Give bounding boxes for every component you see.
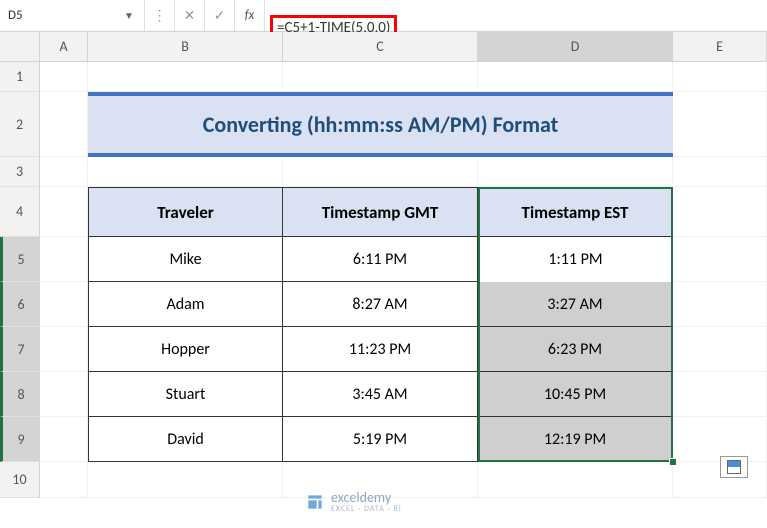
cell-est[interactable]: 3:27 AM (478, 282, 673, 327)
cell-gmt[interactable]: 11:23 PM (283, 327, 478, 372)
row-headers: 1 2 3 4 5 6 7 8 9 10 (0, 62, 40, 498)
watermark-logo-icon (305, 492, 325, 512)
name-box-value: D5 (8, 8, 124, 23)
header-est[interactable]: Timestamp EST (478, 187, 673, 237)
cells-area[interactable]: Converting (hh:mm:ss AM/PM) Format Trave… (40, 62, 767, 498)
row-header-2[interactable]: 2 (0, 92, 40, 157)
cell-traveler[interactable]: David (88, 417, 283, 462)
column-headers: A B C D E (0, 32, 767, 62)
cell-est[interactable] (478, 237, 673, 282)
column-header-b[interactable]: B (88, 32, 283, 61)
column-header-d[interactable]: D (478, 32, 673, 61)
name-box[interactable]: D5 ▼ (0, 0, 145, 31)
header-gmt[interactable]: Timestamp GMT (283, 187, 478, 237)
autofill-icon (727, 460, 741, 474)
row-header-9[interactable]: 9 (0, 417, 40, 462)
cell-traveler[interactable]: Adam (88, 282, 283, 327)
cell-traveler[interactable]: Mike (88, 237, 283, 282)
row-header-8[interactable]: 8 (0, 372, 40, 417)
watermark-tagline: EXCEL · DATA · BI (331, 505, 402, 514)
autofill-options-button[interactable] (720, 456, 748, 478)
column-header-c[interactable]: C (283, 32, 478, 61)
row-header-10[interactable]: 10 (0, 462, 40, 498)
data-table: Traveler Timestamp GMT Timestamp EST Mik… (88, 187, 673, 462)
row-header-3[interactable]: 3 (0, 157, 40, 187)
cell-traveler[interactable]: Stuart (88, 372, 283, 417)
watermark: exceldemy EXCEL · DATA · BI (305, 490, 402, 514)
cell-gmt[interactable]: 6:11 PM (283, 237, 478, 282)
spreadsheet-grid: A B C D E 1 2 3 4 5 6 7 8 9 10 (0, 32, 767, 498)
table-row: Adam 8:27 AM 3:27 AM (88, 282, 673, 327)
select-all-corner[interactable] (0, 32, 40, 61)
cancel-formula-button[interactable]: ✕ (175, 0, 205, 31)
column-header-e[interactable]: E (673, 32, 767, 61)
insert-function-button[interactable]: fx (235, 0, 265, 31)
row-header-4[interactable]: 4 (0, 187, 40, 237)
cell-gmt[interactable]: 3:45 AM (283, 372, 478, 417)
cell-gmt[interactable]: 8:27 AM (283, 282, 478, 327)
title-banner[interactable]: Converting (hh:mm:ss AM/PM) Format (88, 92, 673, 157)
cell-gmt[interactable]: 5:19 PM (283, 417, 478, 462)
row-header-7[interactable]: 7 (0, 327, 40, 372)
cell-est[interactable]: 6:23 PM (478, 327, 673, 372)
watermark-brand: exceldemy (331, 490, 402, 505)
row-header-6[interactable]: 6 (0, 282, 40, 327)
table-row: Mike 6:11 PM (88, 237, 673, 282)
accept-formula-button[interactable]: ✓ (205, 0, 235, 31)
table-row: Stuart 3:45 AM 10:45 PM (88, 372, 673, 417)
row-header-1[interactable]: 1 (0, 62, 40, 92)
header-traveler[interactable]: Traveler (88, 187, 283, 237)
table-row: Hopper 11:23 PM 6:23 PM (88, 327, 673, 372)
cell-est[interactable]: 10:45 PM (478, 372, 673, 417)
row-header-5[interactable]: 5 (0, 237, 40, 282)
cell-est[interactable]: 12:19 PM (478, 417, 673, 462)
column-header-a[interactable]: A (40, 32, 88, 61)
table-row: David 5:19 PM 12:19 PM (88, 417, 673, 462)
name-box-dropdown-icon[interactable]: ▼ (124, 9, 136, 22)
formula-separator: ⋮ (145, 0, 175, 31)
fill-handle[interactable] (669, 458, 677, 466)
formula-bar: D5 ▼ ⋮ ✕ ✓ fx =C5+1-TIME(5,0,0) (0, 0, 767, 32)
cell-traveler[interactable]: Hopper (88, 327, 283, 372)
